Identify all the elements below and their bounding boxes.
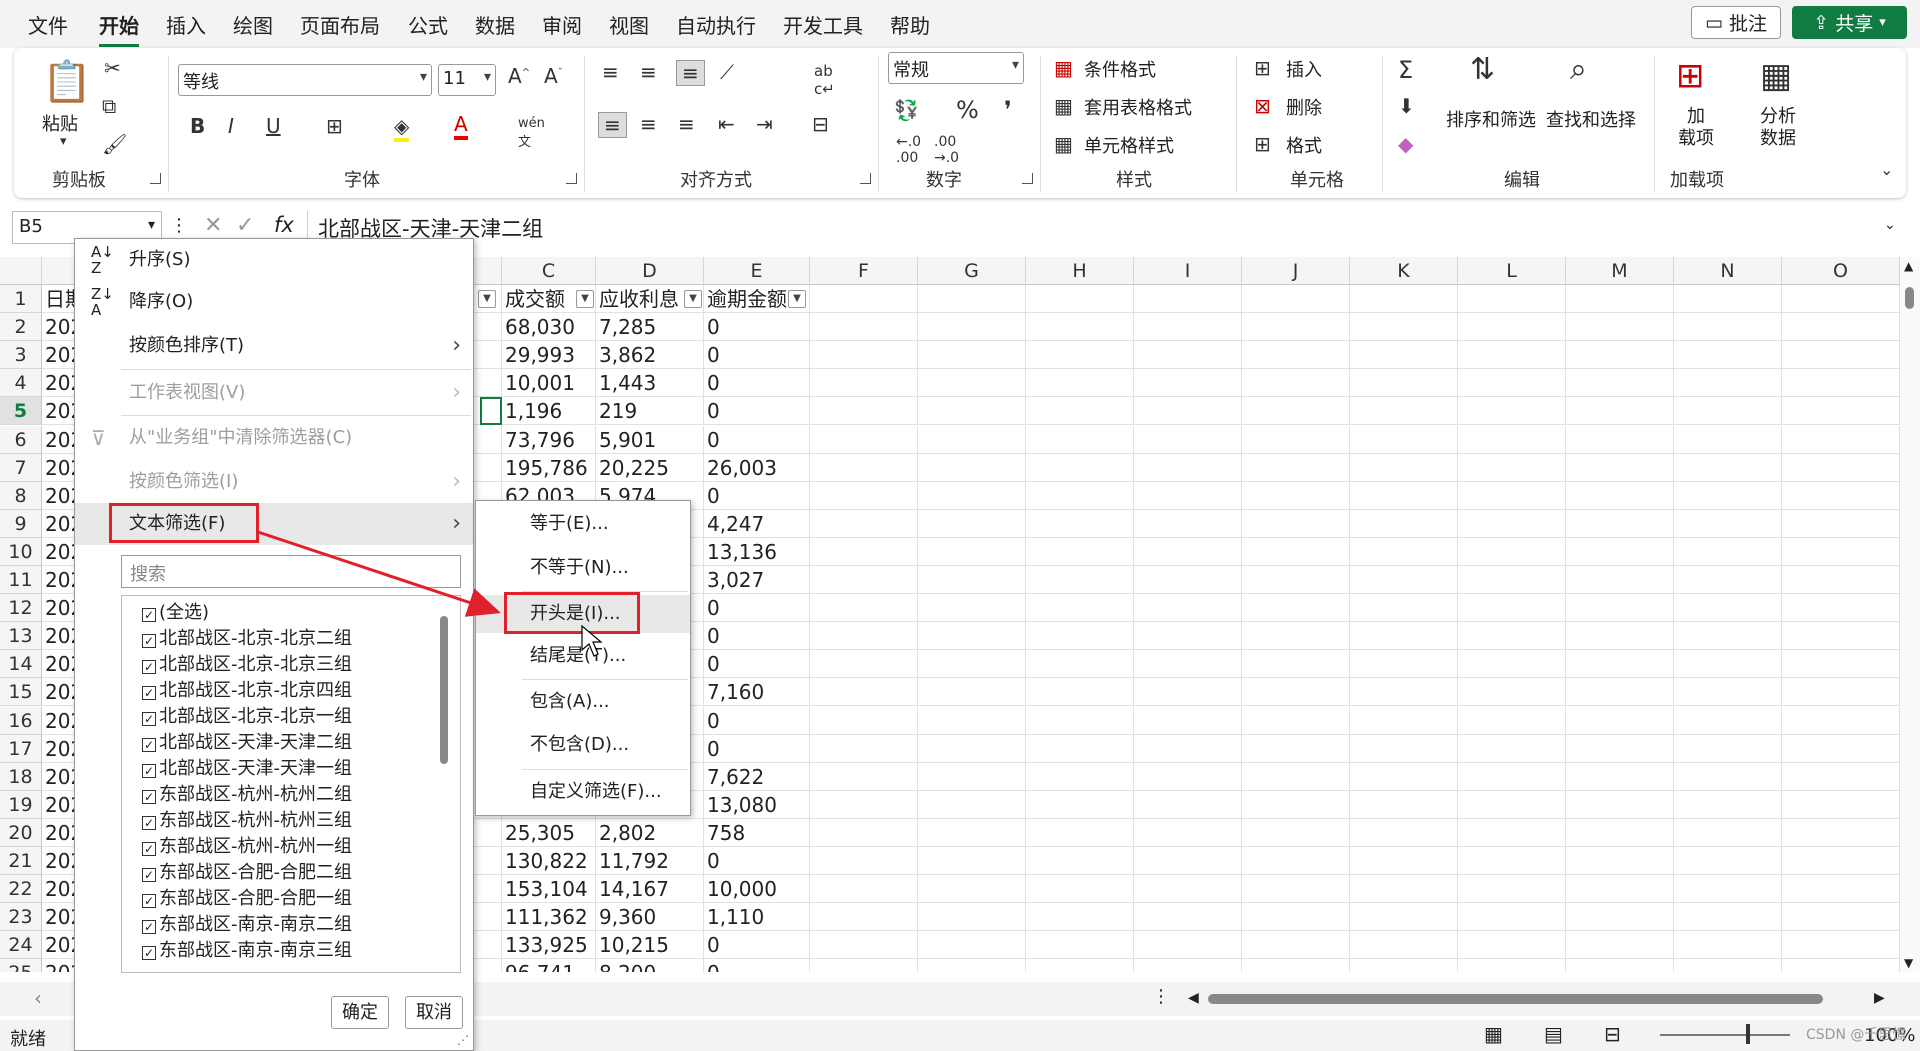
mouse-cursor-icon <box>581 624 603 657</box>
annotation-arrow <box>257 530 603 657</box>
arrow-line <box>257 530 501 617</box>
watermark: CSDN @千思憬 <box>1806 1027 1907 1043</box>
